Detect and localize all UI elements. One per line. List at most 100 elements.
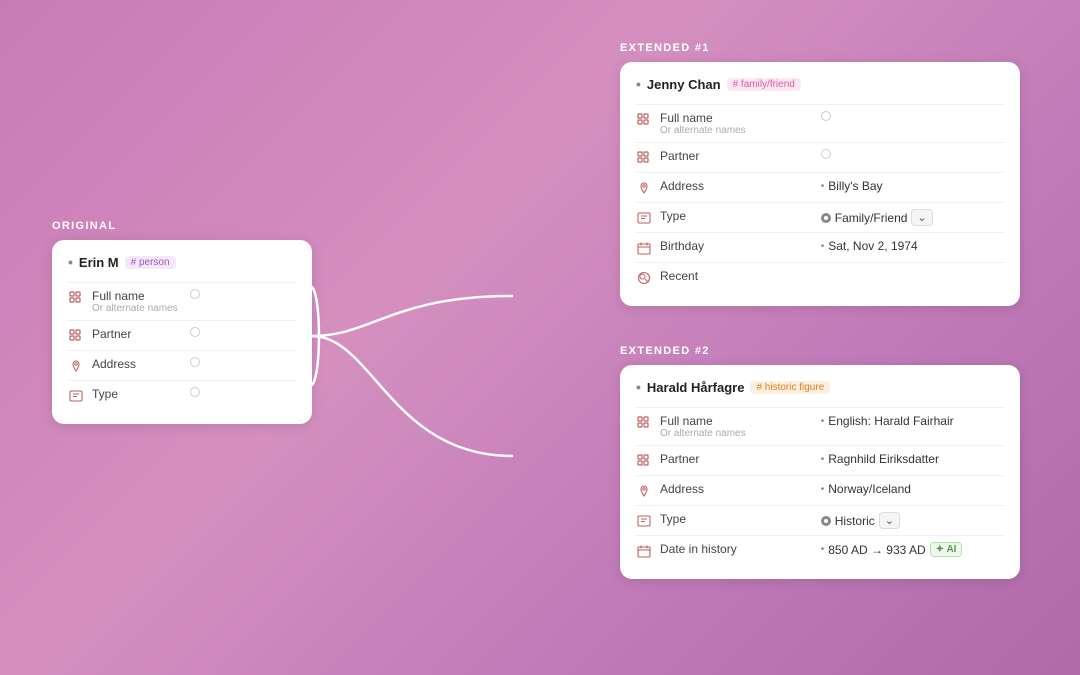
field-type: Type Historic ⌄ [636,505,1004,535]
type-icon [636,513,652,529]
partner-label: Partner [660,149,813,163]
date-history-text: 850 AD → 933 AD [828,543,925,557]
field-label-group: Full name Or alternate names [660,414,813,439]
extended2-label: EXTENDED #2 [620,345,1020,357]
original-person-name: Erin M [79,255,119,270]
extended1-person-tag: # family/friend [727,78,801,91]
field-label-group: Partner [660,452,813,466]
bullet-icon: • [636,379,641,395]
address-text: Billy's Bay [828,179,882,193]
field-label-group: Address [92,357,182,371]
extended2-card: • Harald Hårfagre # historic figure Full… [620,365,1020,579]
person-icon [636,415,652,431]
fullname-label: Full name [660,414,813,428]
field-label-group: Date in history [660,542,813,556]
partner-value: • Ragnhild Eiriksdatter [821,452,1004,466]
type-icon [636,210,652,226]
birthday-text: Sat, Nov 2, 1974 [828,239,917,253]
date-history-value: • 850 AD → 933 AD ✦ AI [821,542,1004,557]
field-label-group: Full name Or alternate names [92,289,182,314]
person-icon [636,112,652,128]
address-text: Norway/Iceland [828,482,911,496]
address-value: • Norway/Iceland [821,482,1004,496]
type-value: Family/Friend ⌄ [821,209,1004,226]
recent-label: Recent [660,269,813,283]
type-value: Historic ⌄ [821,512,1004,529]
date-history-icon [636,543,652,559]
partner-icon [636,453,652,469]
fullname-label: Full name [92,289,182,303]
fullname-value [190,289,296,299]
type-icon [68,388,84,404]
extended1-section: EXTENDED #1 • Jenny Chan # family/friend… [620,42,1020,306]
bullet-icon: • [68,254,73,270]
field-date-history: Date in history • 850 AD → 933 AD ✦ AI [636,535,1004,565]
field-label-group: Type [660,512,813,526]
extended2-person-name: Harald Hårfagre [647,380,745,395]
address-icon [636,483,652,499]
field-type: Type [68,380,296,410]
field-address: Address • Norway/Iceland [636,475,1004,505]
partner-value [190,327,296,337]
field-label-group: Type [92,387,182,401]
address-label: Address [660,179,813,193]
recent-icon [636,270,652,286]
fullname-value: • English: Harald Fairhair [821,414,1004,428]
fullname-sublabel: Or alternate names [92,303,182,314]
field-label-group: Partner [660,149,813,163]
field-label-group: Full name Or alternate names [660,111,813,136]
field-address: Address • Billy's Bay [636,172,1004,202]
extended2-section: EXTENDED #2 • Harald Hårfagre # historic… [620,345,1020,579]
type-value [190,387,296,397]
partner-icon [68,328,84,344]
birthday-value: • Sat, Nov 2, 1974 [821,239,1004,253]
fullname-label: Full name [660,111,813,125]
field-label-group: Partner [92,327,182,341]
extended2-person-tag: # historic figure [750,381,830,394]
type-label: Type [660,209,813,223]
field-partner: Partner • Ragnhild Eiriksdatter [636,445,1004,475]
field-partner: Partner [68,320,296,350]
person-icon [68,290,84,306]
connector-line [312,256,662,596]
type-select[interactable]: ⌄ [911,209,932,226]
type-text: Family/Friend [835,211,908,225]
field-fullname: Full name Or alternate names [636,104,1004,142]
type-label: Type [92,387,182,401]
field-type: Type Family/Friend ⌄ [636,202,1004,232]
field-label-group: Birthday [660,239,813,253]
fullname-sublabel: Or alternate names [660,125,813,136]
original-label: ORIGINAL [52,220,312,232]
field-label-group: Address [660,179,813,193]
partner-value [821,149,1004,159]
partner-icon [636,150,652,166]
fullname-sublabel: Or alternate names [660,428,813,439]
field-fullname: Full name Or alternate names • English: … [636,407,1004,445]
original-section: ORIGINAL • Erin M # person Full name Or … [52,220,312,424]
partner-text: Ragnhild Eiriksdatter [828,452,939,466]
type-select[interactable]: ⌄ [879,512,900,529]
address-value: • Billy's Bay [821,179,1004,193]
extended1-label: EXTENDED #1 [620,42,1020,54]
type-label: Type [660,512,813,526]
original-card-title: • Erin M # person [68,254,296,270]
original-card: • Erin M # person Full name Or alternate… [52,240,312,424]
field-recent: Recent [636,262,1004,292]
address-value [190,357,296,367]
field-label-group: Type [660,209,813,223]
birthday-icon [636,240,652,256]
field-birthday: Birthday • Sat, Nov 2, 1974 [636,232,1004,262]
field-address: Address [68,350,296,380]
extended2-card-title: • Harald Hårfagre # historic figure [636,379,1004,395]
bullet-icon: • [636,76,641,92]
field-fullname: Full name Or alternate names [68,282,296,320]
partner-label: Partner [92,327,182,341]
field-label-group: Recent [660,269,813,283]
ai-badge: ✦ AI [930,542,963,557]
field-label-group: Address [660,482,813,496]
address-label: Address [92,357,182,371]
birthday-label: Birthday [660,239,813,253]
address-icon [636,180,652,196]
extended1-card-title: • Jenny Chan # family/friend [636,76,1004,92]
fullname-text: English: Harald Fairhair [828,414,953,428]
